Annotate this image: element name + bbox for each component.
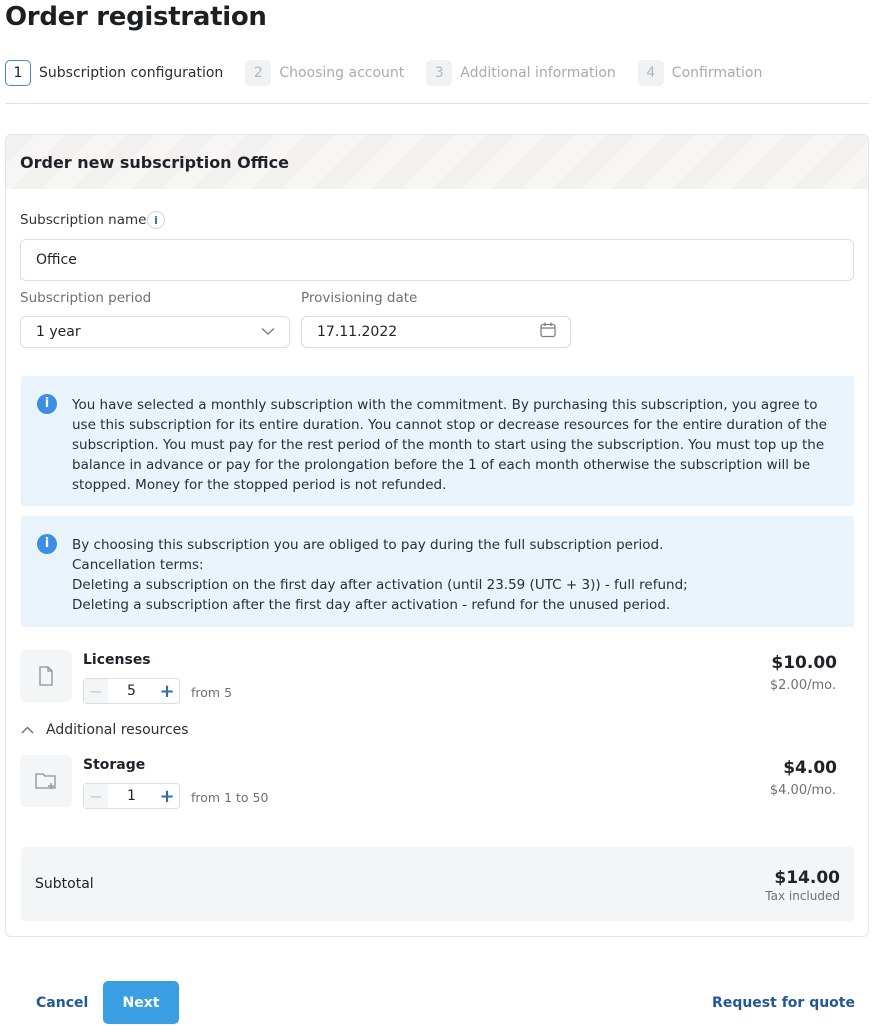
chevron-down-icon [261,324,275,340]
step-label: Choosing account [279,65,405,81]
document-icon [20,650,72,702]
storage-per-month: $4.00/mo. [769,783,836,798]
calendar-icon[interactable] [540,322,556,342]
subtotal-panel: Subtotal $14.00 Tax included [21,847,854,921]
step-number: 1 [5,60,31,86]
cancel-button[interactable]: Cancel [36,995,88,1011]
storage-range: from 1 to 50 [191,790,269,805]
step-additional-information[interactable]: 3 Additional information [426,60,616,86]
additional-resources-toggle[interactable]: Additional resources [21,722,189,738]
licenses-per-month: $2.00/mo. [769,678,836,693]
storage-price: $4.00 [783,758,837,778]
subscription-period-label: Subscription period [20,290,152,306]
folder-add-icon [20,755,72,807]
next-button[interactable]: Next [103,981,179,1024]
decrement-button[interactable]: − [84,784,108,808]
provisioning-date-label: Provisioning date [301,290,418,306]
licenses-name: Licenses [83,652,151,668]
page-title: Order registration [5,2,267,32]
licenses-range: from 5 [191,685,233,700]
alert-line: By choosing this subscription you are ob… [72,537,664,553]
step-choosing-account[interactable]: 2 Choosing account [245,60,404,86]
subscription-period-select[interactable]: 1 year [20,316,290,348]
step-label: Subscription configuration [39,65,224,81]
subscription-name-input[interactable]: Office [20,239,854,281]
alert-line: Deleting a subscription after the first … [72,597,671,613]
tax-note: Tax included [765,889,840,903]
subscription-period-value: 1 year [36,324,81,340]
increment-button[interactable]: + [155,784,179,808]
step-number: 3 [426,60,453,86]
info-icon[interactable]: i [147,211,165,229]
subscription-name-value: Office [36,252,77,268]
licenses-quantity[interactable]: 5 [108,679,155,703]
licenses-price: $10.00 [771,653,837,673]
commitment-alert: i You have selected a monthly subscripti… [21,376,854,506]
provisioning-date-value: 17.11.2022 [317,324,398,340]
request-quote-link[interactable]: Request for quote [712,995,855,1011]
storage-quantity[interactable]: 1 [108,784,155,808]
additional-resources-label: Additional resources [46,722,189,738]
storage-quantity-stepper[interactable]: − 1 + [83,783,180,809]
card-title: Order new subscription Office [20,153,289,172]
alert-line: Cancellation terms: [72,557,204,573]
alert-text: You have selected a monthly subscription… [72,397,827,493]
storage-name: Storage [83,757,146,773]
increment-button[interactable]: + [155,679,179,703]
step-label: Additional information [460,65,616,81]
subtotal-amount: $14.00 [774,868,840,888]
decrement-button[interactable]: − [84,679,108,703]
info-icon: i [37,534,57,554]
step-confirmation[interactable]: 4 Confirmation [637,60,763,86]
step-number: 2 [245,60,272,86]
step-subscription-configuration[interactable]: 1 Subscription configuration [5,60,223,86]
chevron-up-icon [21,723,34,737]
step-number: 4 [637,60,664,86]
cancellation-alert: i By choosing this subscription you are … [21,516,854,627]
order-stepper: 1 Subscription configuration 2 Choosing … [5,60,784,86]
alert-line: Deleting a subscription on the first day… [72,577,688,593]
subtotal-label: Subtotal [35,876,94,892]
provisioning-date-input[interactable]: 17.11.2022 [301,316,571,348]
order-card: Order new subscription Office Subscripti… [5,134,869,937]
subscription-name-label: Subscription name [20,212,147,228]
licenses-quantity-stepper[interactable]: − 5 + [83,678,180,704]
card-header: Order new subscription Office [6,135,868,189]
step-label: Confirmation [671,65,763,81]
header-divider [5,103,869,104]
info-icon: i [37,394,57,414]
